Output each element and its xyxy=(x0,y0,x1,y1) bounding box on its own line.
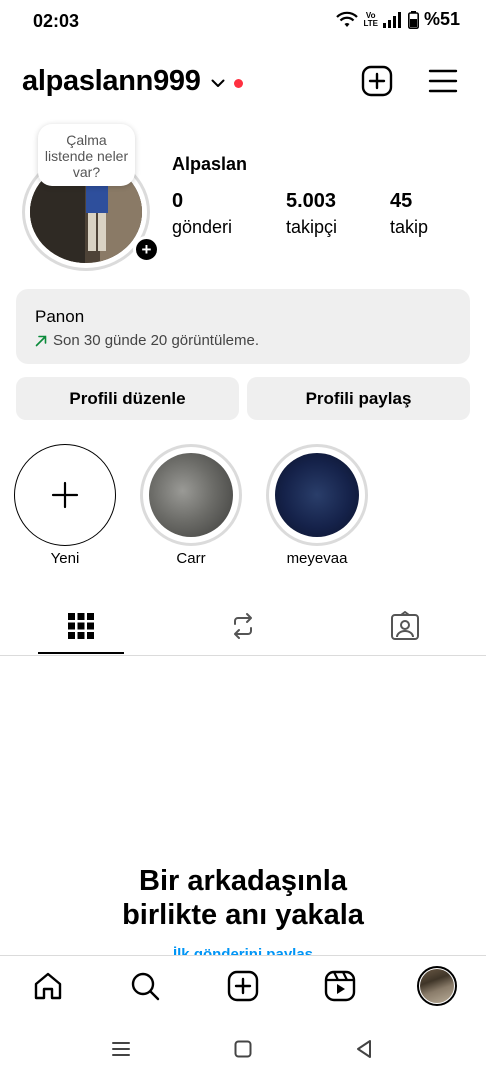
recents-button[interactable] xyxy=(108,1036,134,1062)
stat-label: gönderi xyxy=(172,217,233,237)
stat-value: 45 xyxy=(390,190,413,212)
highlight-carr[interactable]: Carr xyxy=(140,444,242,567)
back-button[interactable] xyxy=(351,1036,377,1062)
profile-header: alpaslann999 xyxy=(0,56,486,108)
nav-create[interactable] xyxy=(223,966,263,1006)
edit-profile-button[interactable]: Profili düzenle xyxy=(16,377,239,420)
dashboard-card[interactable]: Panon Son 30 günde 20 görüntüleme. xyxy=(16,289,470,364)
add-story-button[interactable]: + xyxy=(133,236,160,263)
username: alpaslann999 xyxy=(22,65,201,97)
reels-icon xyxy=(324,970,356,1002)
new-post-button[interactable] xyxy=(360,64,394,98)
tab-grid[interactable] xyxy=(38,596,124,656)
highlight-ring xyxy=(266,444,368,546)
volte-indicator: Vo LTE xyxy=(363,10,378,28)
nav-search[interactable] xyxy=(125,966,165,1006)
highlight-image xyxy=(149,453,233,537)
back-icon xyxy=(357,1040,371,1058)
signal-icon xyxy=(382,11,401,28)
empty-state-title: Bir arkadaşınla birlikte anı yakala xyxy=(122,865,364,931)
stat-value: 0 xyxy=(172,190,184,212)
home-button[interactable] xyxy=(230,1036,256,1062)
dashboard-subtitle-text: Son 30 günde 20 görüntüleme. xyxy=(53,332,259,349)
grid-icon xyxy=(68,613,94,639)
search-icon xyxy=(131,972,160,1001)
nav-home[interactable] xyxy=(28,966,68,1006)
menu-button[interactable] xyxy=(426,64,460,98)
new-highlight-circle xyxy=(14,444,116,546)
highlight-label: meyevaa xyxy=(286,550,348,567)
tab-reposts[interactable] xyxy=(200,596,286,656)
tagged-icon xyxy=(391,611,419,640)
repost-icon xyxy=(234,613,252,639)
account-switcher[interactable]: alpaslann999 xyxy=(22,65,243,98)
highlight-label: Yeni xyxy=(50,550,80,567)
nav-reels[interactable] xyxy=(320,966,360,1006)
stat-following[interactable]: 45 takip xyxy=(390,190,428,238)
profile-avatar-small xyxy=(417,966,457,1006)
highlight-meyevaa[interactable]: meyevaa xyxy=(266,444,368,567)
home-square-icon xyxy=(234,1040,252,1058)
bottom-nav xyxy=(0,955,486,1018)
stat-label: takipçi xyxy=(286,217,338,237)
plus-icon xyxy=(51,481,79,509)
highlight-label: Carr xyxy=(176,550,206,567)
content-tabs xyxy=(0,596,486,656)
chevron-down-icon xyxy=(211,79,225,87)
highlight-new[interactable]: Yeni xyxy=(14,444,116,567)
stat-label: takip xyxy=(390,217,429,237)
status-icons: Vo LTE %51 xyxy=(336,9,460,30)
dashboard-title: Panon xyxy=(35,307,85,326)
system-nav-bar xyxy=(0,1018,486,1080)
create-icon xyxy=(227,970,259,1002)
new-post-icon xyxy=(361,65,393,97)
status-time: 02:03 xyxy=(33,11,80,31)
stat-followers[interactable]: 5.003 takipçi xyxy=(286,190,337,238)
tab-tagged[interactable] xyxy=(362,596,448,656)
notification-dot xyxy=(233,79,243,88)
display-name: Alpaslan xyxy=(172,154,248,174)
avatar-image xyxy=(420,969,454,1003)
trend-up-arrow-icon xyxy=(35,335,47,346)
home-icon xyxy=(34,972,62,1000)
wifi-icon xyxy=(336,11,359,27)
active-tab-indicator xyxy=(38,652,124,654)
note-bubble[interactable]: Çalma listende neler var? xyxy=(38,124,135,186)
highlight-ring xyxy=(140,444,242,546)
share-profile-button[interactable]: Profili paylaş xyxy=(247,377,470,420)
battery-icon xyxy=(407,10,419,29)
stat-value: 5.003 xyxy=(286,190,337,212)
recents-icon xyxy=(112,1042,130,1056)
highlight-image xyxy=(275,453,359,537)
dashboard-subtitle: Son 30 günde 20 görüntüleme. xyxy=(35,332,259,349)
stat-posts[interactable]: 0 gönderi xyxy=(172,190,232,238)
nav-profile[interactable] xyxy=(417,966,457,1006)
menu-icon xyxy=(428,69,458,93)
battery-percent: %51 xyxy=(423,9,460,29)
status-bar: 02:03 Vo LTE %51 xyxy=(0,0,486,44)
